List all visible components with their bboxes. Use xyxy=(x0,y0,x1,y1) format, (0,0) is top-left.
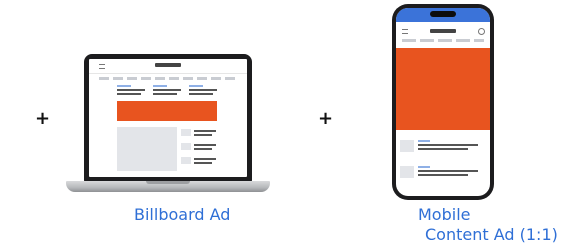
mobile-ad-caption-line2: Content Ad (1:1) xyxy=(425,225,558,244)
article-headline xyxy=(153,89,181,91)
article-headline xyxy=(418,144,478,146)
mobile-ad-caption-line1: Mobile xyxy=(418,205,471,224)
article-headline xyxy=(194,134,212,136)
article-headline xyxy=(189,93,213,95)
site-nav xyxy=(99,77,237,80)
article-headline xyxy=(194,158,216,160)
article-thumbnail xyxy=(400,166,414,178)
article-label xyxy=(418,166,430,168)
plus-sign-right: + xyxy=(318,108,334,129)
menu-icon xyxy=(99,64,105,69)
laptop-notch xyxy=(146,181,190,184)
article-label xyxy=(117,85,131,87)
article-headline xyxy=(194,148,212,150)
laptop-lid xyxy=(84,54,252,182)
user-icon xyxy=(478,28,485,35)
phone-mockup xyxy=(392,4,494,200)
phone-screen xyxy=(396,8,490,196)
billboard-ad-block xyxy=(117,101,217,121)
menu-icon xyxy=(402,29,408,34)
article-headline xyxy=(194,144,216,146)
site-logo xyxy=(430,29,456,33)
site-header xyxy=(89,59,247,74)
article-headline xyxy=(194,162,212,164)
article-headline xyxy=(189,89,217,91)
plus-sign-left: + xyxy=(35,108,51,129)
phone-dynamic-island xyxy=(430,11,456,17)
article-thumbnail xyxy=(181,143,191,150)
article-thumbnail xyxy=(181,157,191,164)
article-image xyxy=(117,127,177,171)
article-headline xyxy=(194,130,216,132)
site-logo xyxy=(155,63,181,67)
article-headline xyxy=(418,170,478,172)
mobile-content-ad-block xyxy=(396,48,490,130)
article-thumbnail xyxy=(181,129,191,136)
laptop-screen xyxy=(89,59,247,177)
article-label xyxy=(189,85,203,87)
article-label xyxy=(153,85,167,87)
article-headline xyxy=(117,93,141,95)
article-headline xyxy=(418,174,468,176)
article-thumbnail xyxy=(400,140,414,152)
article-headline xyxy=(153,93,177,95)
article-label xyxy=(418,140,430,142)
site-nav xyxy=(402,39,484,42)
billboard-ad-caption: Billboard Ad xyxy=(134,205,231,224)
article-headline xyxy=(418,148,468,150)
article-headline xyxy=(117,89,145,91)
